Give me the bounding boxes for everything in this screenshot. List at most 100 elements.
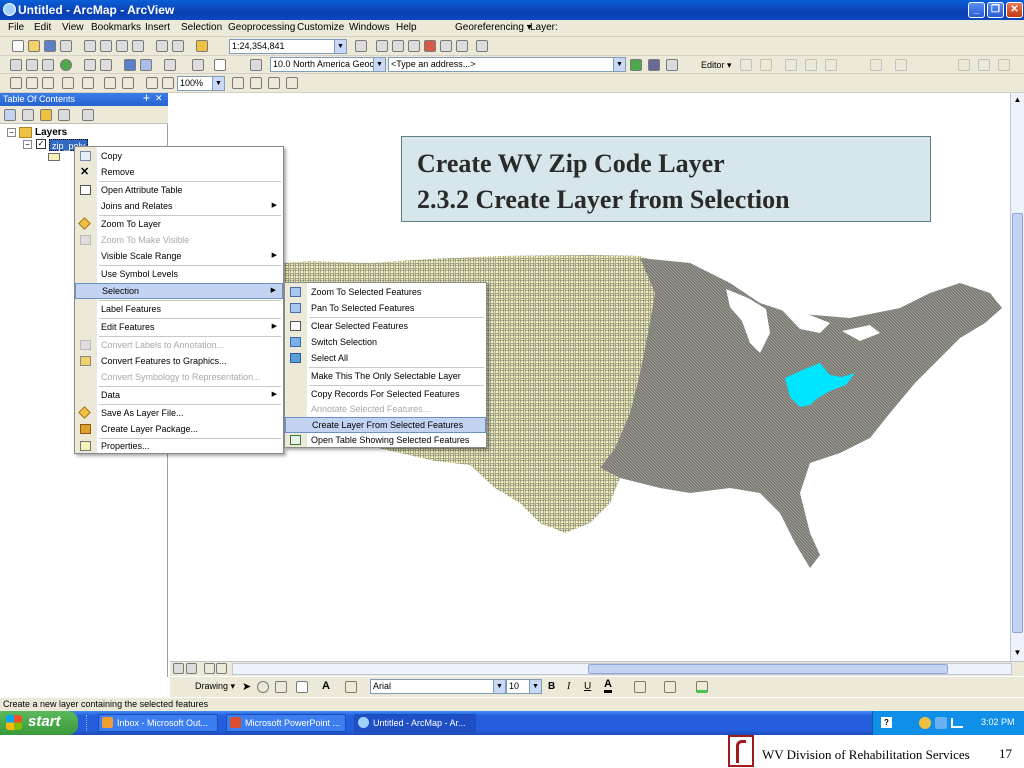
layout-zoom-combo[interactable]: 100% ▼	[177, 76, 225, 91]
menu-item-visible-scale-range[interactable]: Visible Scale Range ▶	[75, 248, 283, 264]
modelbuilder-icon[interactable]	[456, 40, 468, 52]
zoom-out-icon[interactable]	[26, 59, 38, 71]
toggle-draft-mode-icon[interactable]	[232, 77, 244, 89]
forward-extent-icon[interactable]	[140, 59, 152, 71]
zoom-to-selected-elements-icon[interactable]	[275, 681, 287, 693]
address-input[interactable]: <Type an address...> ▼	[388, 57, 626, 72]
menu-item-save-as-layer-file[interactable]: Save As Layer File...	[75, 405, 283, 421]
forward-layout-icon[interactable]	[162, 77, 174, 89]
menu-customize[interactable]: Customize	[297, 22, 344, 33]
italic-button[interactable]: I	[567, 681, 570, 692]
menu-bookmarks[interactable]: Bookmarks	[91, 22, 141, 33]
new-document-icon[interactable]	[12, 40, 24, 52]
horizontal-scroll-thumb[interactable]	[588, 664, 948, 674]
python-window-icon[interactable]	[440, 40, 452, 52]
pan-icon[interactable]	[42, 59, 54, 71]
add-data-icon[interactable]	[196, 40, 208, 52]
focus-data-frame-icon[interactable]	[250, 77, 262, 89]
list-by-drawing-order-icon[interactable]	[4, 109, 16, 121]
scroll-down-icon[interactable]: ▼	[1012, 648, 1023, 659]
task-arcmap[interactable]: Untitled - ArcMap - Ar...	[354, 714, 476, 732]
submenu-clear-selected[interactable]: Clear Selected Features	[285, 318, 486, 334]
projection-combo[interactable]: 10.0 North America Geoco ▼	[270, 57, 386, 72]
pin-icon[interactable]: ⵜ	[143, 93, 150, 104]
select-elements-icon[interactable]	[214, 59, 226, 71]
submenu-pan-to-selected[interactable]: Pan To Selected Features	[285, 300, 486, 316]
help-tray-icon[interactable]: ?	[881, 717, 892, 728]
editor-toolbar-icon[interactable]	[355, 40, 367, 52]
georeferencing-menu[interactable]: Georeferencing ▾	[455, 22, 532, 33]
layout-zoom-out-icon[interactable]	[26, 77, 38, 89]
back-layout-icon[interactable]	[146, 77, 158, 89]
task-outlook[interactable]: Inbox - Microsoft Out...	[98, 714, 218, 732]
tray-app-icon[interactable]	[919, 717, 931, 729]
fixed-zoom-in-icon[interactable]	[84, 59, 96, 71]
find-route-icon[interactable]	[630, 59, 642, 71]
submenu-create-layer-from-selected[interactable]: Create Layer From Selected Features	[285, 417, 486, 433]
submenu-zoom-to-selected[interactable]: Zoom To Selected Features	[285, 284, 486, 300]
full-extent-icon[interactable]	[60, 59, 72, 71]
menu-view[interactable]: View	[62, 22, 84, 33]
submenu-select-all[interactable]: Select All	[285, 350, 486, 366]
split-tool-icon[interactable]	[870, 59, 882, 71]
arctoolbox-icon[interactable]	[424, 40, 436, 52]
start-button[interactable]: start	[0, 711, 78, 735]
geocode-icon[interactable]	[648, 59, 660, 71]
list-by-selection-icon[interactable]	[58, 109, 70, 121]
search-window-icon[interactable]	[408, 40, 420, 52]
edit-tool-icon[interactable]	[740, 59, 752, 71]
map-horizontal-scrollbar[interactable]	[232, 663, 1012, 675]
edit-annotation-icon[interactable]	[760, 59, 772, 71]
close-icon[interactable]: ✕	[155, 93, 163, 104]
rectangle-icon[interactable]	[296, 681, 308, 693]
clear-selection-icon[interactable]	[192, 59, 204, 71]
line-color-icon[interactable]	[664, 681, 676, 693]
data-driven-pages-icon[interactable]	[286, 77, 298, 89]
menu-item-create-layer-package[interactable]: Create Layer Package...	[75, 421, 283, 437]
sketch-icon[interactable]	[825, 59, 837, 71]
underline-button[interactable]: U	[584, 681, 591, 692]
menu-item-use-symbol-levels[interactable]: Use Symbol Levels	[75, 266, 283, 282]
create-features-icon[interactable]	[998, 59, 1010, 71]
restore-button[interactable]: ❐	[987, 2, 1004, 18]
zoom-100-icon[interactable]	[82, 77, 94, 89]
sketch-properties-icon[interactable]	[978, 59, 990, 71]
font-select[interactable]: Arial ▼	[370, 679, 506, 694]
change-layout-icon[interactable]	[268, 77, 280, 89]
geocode-options-icon[interactable]	[666, 59, 678, 71]
scroll-up-icon[interactable]: ▲	[1012, 95, 1023, 106]
curved-text-icon[interactable]	[345, 681, 357, 693]
zoom-in-icon[interactable]	[10, 59, 22, 71]
collapse-layer-icon[interactable]: −	[23, 140, 32, 149]
print-icon[interactable]	[60, 40, 72, 52]
menu-item-data[interactable]: Data ▶	[75, 387, 283, 403]
cut-icon[interactable]	[84, 40, 96, 52]
catalog-window-icon[interactable]	[392, 40, 404, 52]
menu-item-convert-features[interactable]: Convert Features to Graphics...	[75, 353, 283, 369]
vertical-scroll-thumb[interactable]	[1012, 213, 1023, 633]
layout-view-icon[interactable]	[186, 663, 197, 674]
menu-item-selection[interactable]: Selection ▶	[75, 283, 283, 299]
zoom-whole-page-icon[interactable]	[62, 77, 74, 89]
font-size-select[interactable]: 10 ▼	[506, 679, 542, 694]
fixed-zoom-out-icon[interactable]	[100, 59, 112, 71]
pause-drawing-icon[interactable]	[216, 663, 227, 674]
menu-item-remove[interactable]: ✕ Remove	[75, 164, 283, 180]
submenu-open-table-showing-selected[interactable]: Open Table Showing Selected Features	[285, 432, 486, 448]
font-color-icon[interactable]: A	[604, 679, 612, 693]
clock[interactable]: 3:02 PM	[981, 717, 1015, 727]
menu-item-zoom-to-layer[interactable]: Zoom To Layer	[75, 216, 283, 232]
menu-windows[interactable]: Windows	[349, 22, 390, 33]
menu-help[interactable]: Help	[396, 22, 417, 33]
bold-button[interactable]: B	[548, 681, 555, 692]
drawing-menu[interactable]: Drawing ▾	[195, 681, 235, 692]
straight-segment-icon[interactable]	[785, 59, 797, 71]
trace-icon[interactable]	[805, 59, 817, 71]
menu-geoprocessing[interactable]: Geoprocessing	[228, 22, 295, 33]
marker-color-icon[interactable]	[696, 681, 708, 693]
menu-item-edit-features[interactable]: Edit Features ▶	[75, 319, 283, 335]
rotate-tool-icon[interactable]	[895, 59, 907, 71]
undo-icon[interactable]	[156, 40, 168, 52]
submenu-switch-selection[interactable]: Switch Selection	[285, 334, 486, 350]
minimize-button[interactable]: _	[968, 2, 985, 18]
